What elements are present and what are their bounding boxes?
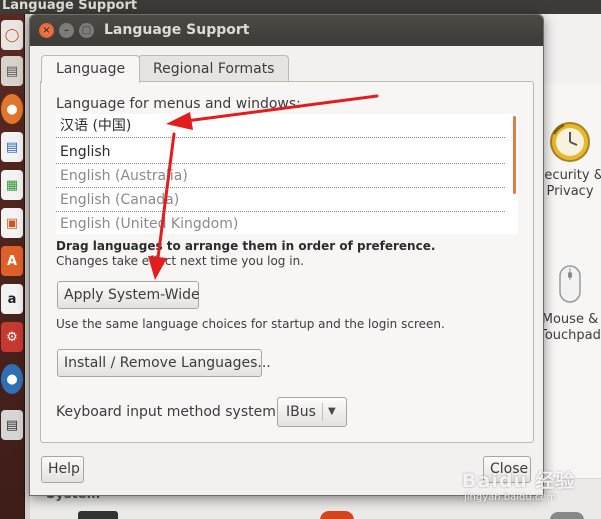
select-divider <box>322 403 323 421</box>
apply-system-wide-button[interactable]: Apply System-Wide <box>57 281 200 309</box>
keyboard-input-method-value: IBus <box>286 404 316 420</box>
language-item[interactable]: English (Canada) <box>56 188 505 212</box>
keyboard-input-method-label: Keyboard input method system: <box>56 404 281 420</box>
close-button[interactable]: Close <box>483 456 531 483</box>
top-panel: Language Support <box>0 0 601 14</box>
settings-icon[interactable]: ⚙ <box>1 322 23 352</box>
system-item-icon <box>550 512 584 519</box>
calc-icon[interactable]: ▦ <box>1 170 23 200</box>
help-button[interactable]: Help <box>41 456 84 483</box>
title-bar[interactable]: × – □ Language Support <box>30 15 543 46</box>
language-list[interactable]: 汉语 (中国) English English (Australia) Engl… <box>56 114 518 234</box>
writer-icon[interactable]: ▤ <box>1 132 23 162</box>
tab-regional-formats[interactable]: Regional Formats <box>138 55 290 82</box>
language-tab-page: Language for menus and windows: 汉语 (中国) … <box>40 81 534 443</box>
system-item-icon <box>320 511 354 519</box>
system-item-icon <box>78 511 118 519</box>
language-list-scrollbar[interactable] <box>505 114 518 234</box>
language-item[interactable]: English <box>56 140 505 164</box>
mouse-icon <box>559 265 581 303</box>
software-center-icon[interactable]: A <box>1 246 23 276</box>
window-close-button[interactable]: × <box>39 23 54 38</box>
language-item[interactable]: English (Australia) <box>56 164 505 188</box>
install-remove-languages-button[interactable]: Install / Remove Languages... <box>57 349 271 377</box>
launcher: ◯ ▤ ● ▤ ▦ ▣ A a ⚙ ● ▤ <box>0 14 25 519</box>
impress-icon[interactable]: ▣ <box>1 208 23 238</box>
clock-icon <box>550 122 590 162</box>
files-icon[interactable]: ▤ <box>1 56 23 86</box>
keyboard-input-method-select[interactable]: IBus ▼ <box>277 397 347 427</box>
apply-description: Use the same language choices for startu… <box>56 317 445 331</box>
language-support-icon[interactable]: ● <box>1 364 23 394</box>
top-panel-title: Language Support <box>2 0 138 13</box>
amazon-icon[interactable]: a <box>1 284 23 314</box>
drag-hint: Drag languages to arrange them in order … <box>56 239 436 253</box>
language-support-dialog: × – □ Language Support Language Regional… <box>29 14 544 496</box>
language-item[interactable]: 汉语 (中国) <box>56 114 505 138</box>
tab-language[interactable]: Language <box>41 55 141 83</box>
window-maximize-button[interactable]: □ <box>79 23 94 38</box>
language-list-label: Language for menus and windows: <box>56 96 301 112</box>
firefox-icon[interactable]: ● <box>1 94 23 124</box>
dialog-title: Language Support <box>104 22 250 38</box>
language-item[interactable]: English (United Kingdom) <box>56 212 505 234</box>
window-minimize-button[interactable]: – <box>59 23 74 38</box>
scrollbar-thumb[interactable] <box>513 116 516 194</box>
dash-home-icon[interactable]: ◯ <box>1 20 23 50</box>
dropdown-arrow-icon: ▼ <box>328 406 336 417</box>
restart-hint: Changes take effect next time you log in… <box>56 254 304 268</box>
trash-icon[interactable]: ▤ <box>1 410 23 440</box>
